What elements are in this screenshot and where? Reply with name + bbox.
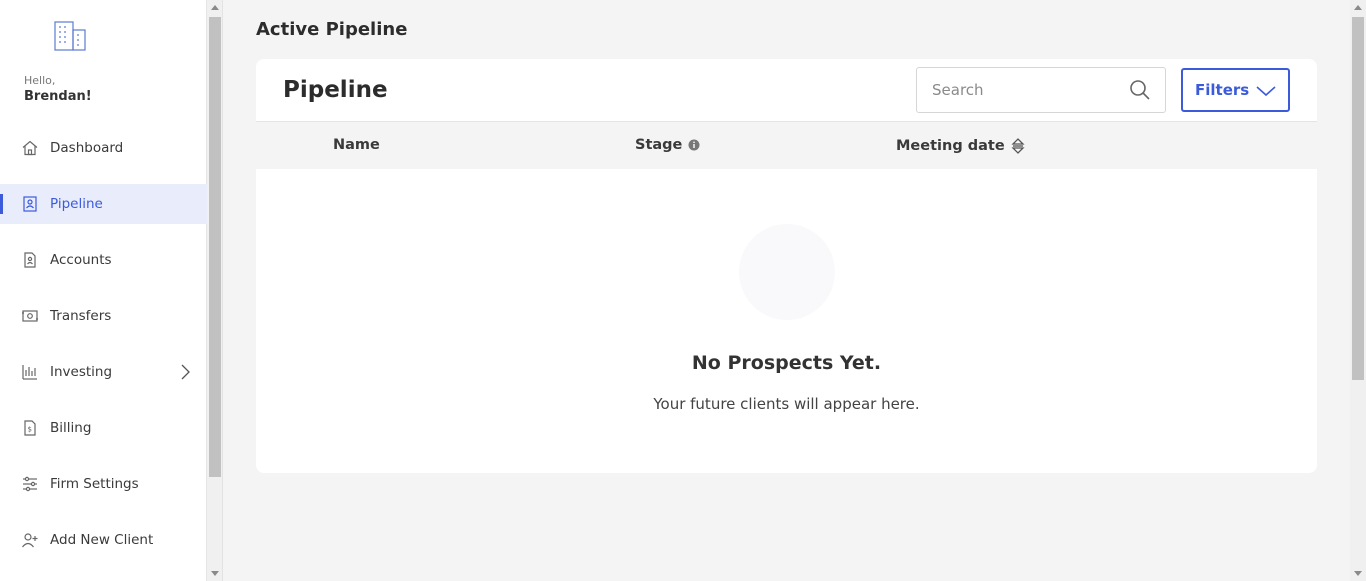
sort-icon[interactable] — [1011, 137, 1025, 155]
column-header-meeting-date[interactable]: Meeting date — [896, 137, 1025, 155]
empty-state-illustration — [739, 224, 835, 320]
scroll-up-arrow-icon[interactable] — [211, 5, 219, 10]
sidebar-item-label: Billing — [50, 420, 92, 436]
sidebar-scrollbar-thumb[interactable] — [209, 17, 221, 477]
column-header-stage[interactable]: Stage — [635, 137, 700, 153]
money-transfer-icon — [20, 306, 40, 326]
filters-button[interactable]: Filters — [1181, 68, 1290, 112]
sidebar-item-dashboard[interactable]: Dashboard — [0, 120, 207, 176]
greeting-text: Hello, — [24, 74, 56, 87]
main-content: Active Pipeline Pipeline Filters Name St… — [224, 0, 1350, 581]
home-icon — [20, 138, 40, 158]
chart-bars-icon — [20, 362, 40, 382]
document-person-icon — [20, 250, 40, 270]
column-header-name[interactable]: Name — [333, 137, 380, 153]
building-logo-icon — [54, 21, 86, 51]
sidebar-nav: Dashboard Pipeline Accounts Transfers In… — [0, 120, 207, 568]
page-title: Active Pipeline — [256, 19, 408, 40]
sidebar-item-billing[interactable]: $ Billing — [0, 400, 207, 456]
column-header-label: Name — [333, 137, 380, 153]
sliders-icon — [20, 474, 40, 494]
table-header: Name Stage Meeting date — [256, 121, 1317, 169]
username-text: Brendan! — [24, 89, 92, 104]
empty-state-title: No Prospects Yet. — [691, 352, 882, 374]
scroll-up-arrow-icon[interactable] — [1354, 5, 1362, 10]
app-root: Hello, Brendan! Dashboard Pipeline Accou… — [0, 0, 1366, 581]
chevron-down-icon — [1256, 86, 1276, 97]
scroll-down-arrow-icon[interactable] — [211, 571, 219, 576]
page-scrollbar[interactable] — [1350, 0, 1366, 581]
column-header-label: Stage — [635, 137, 683, 153]
pipeline-card: Pipeline Filters Name Stage — [256, 59, 1317, 473]
info-icon[interactable] — [688, 139, 700, 151]
sidebar-item-label: Transfers — [50, 308, 112, 324]
page-scrollbar-thumb[interactable] — [1352, 17, 1364, 380]
card-title: Pipeline — [283, 77, 388, 103]
sidebar-item-label: Firm Settings — [50, 476, 139, 492]
sidebar-item-label: Pipeline — [50, 196, 103, 212]
invoice-dollar-icon: $ — [20, 418, 40, 438]
sidebar-item-add-new-client[interactable]: Add New Client — [0, 512, 207, 568]
sidebar-item-firm-settings[interactable]: Firm Settings — [0, 456, 207, 512]
sidebar-item-transfers[interactable]: Transfers — [0, 288, 207, 344]
sidebar-item-label: Investing — [50, 364, 113, 380]
sidebar: Hello, Brendan! Dashboard Pipeline Accou… — [0, 0, 207, 581]
empty-state-subtitle: Your future clients will appear here. — [653, 395, 920, 413]
chevron-right-icon[interactable] — [179, 364, 191, 380]
search-box — [916, 67, 1166, 113]
user-plus-icon — [20, 530, 40, 550]
sidebar-item-label: Add New Client — [50, 532, 154, 548]
filters-label: Filters — [1195, 81, 1250, 99]
column-header-label: Meeting date — [896, 138, 1005, 154]
sidebar-item-investing[interactable]: Investing — [0, 344, 207, 400]
scroll-down-arrow-icon[interactable] — [1354, 571, 1362, 576]
sidebar-item-label: Accounts — [50, 252, 112, 268]
sidebar-item-accounts[interactable]: Accounts — [0, 232, 207, 288]
svg-text:$: $ — [28, 426, 32, 434]
id-badge-icon — [20, 194, 40, 214]
sidebar-item-label: Dashboard — [50, 140, 124, 156]
search-input[interactable] — [917, 68, 1129, 112]
search-icon[interactable] — [1129, 79, 1151, 101]
sidebar-scrollbar[interactable] — [207, 0, 223, 581]
sidebar-item-pipeline[interactable]: Pipeline — [0, 184, 207, 224]
